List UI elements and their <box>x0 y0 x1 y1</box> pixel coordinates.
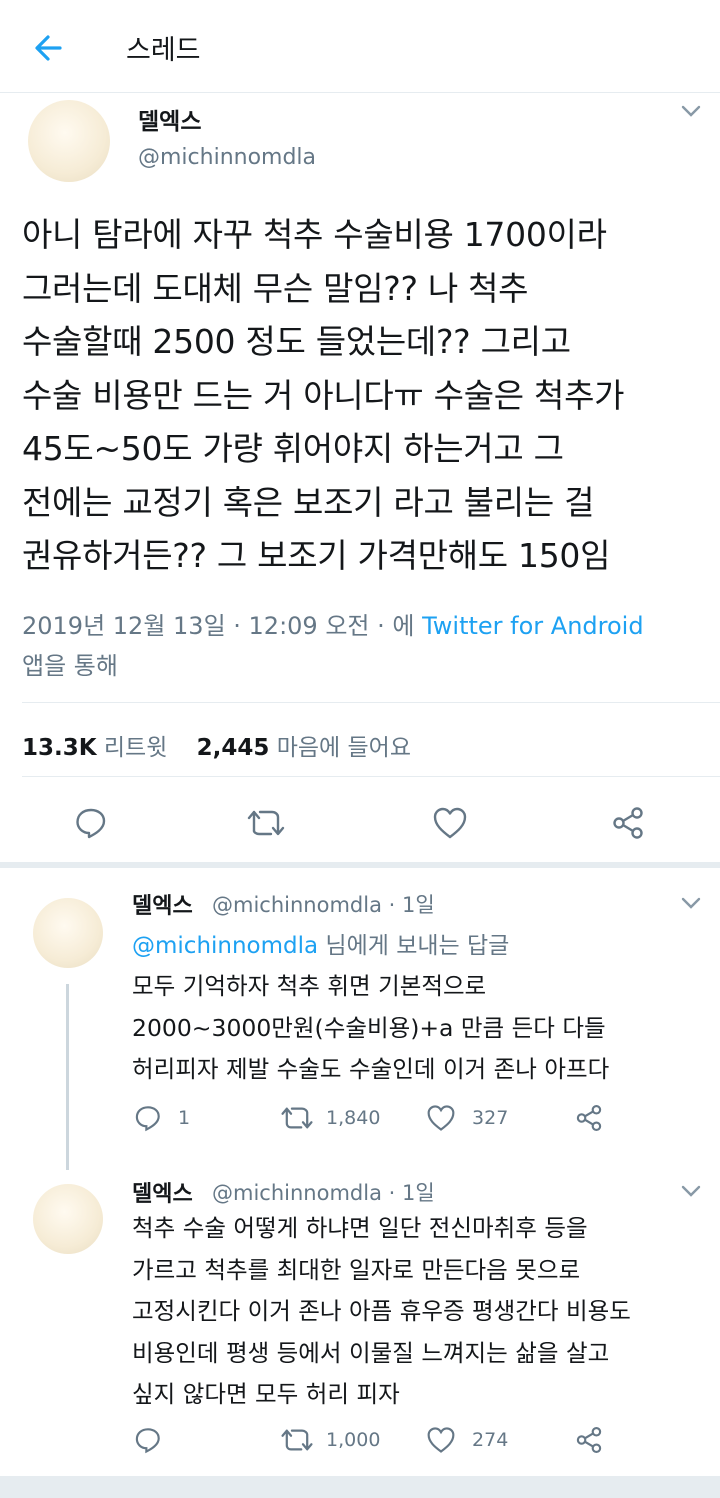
tweet-text-line: 권유하거든?? 그 보조기 가격만해도 150임 <box>22 536 611 575</box>
retweet-count: 1,000 <box>326 1428 381 1451</box>
reply-text-line: 허리피자 제발 수술도 수술인데 이거 존나 아프다 <box>132 1055 610 1083</box>
chevron-down-icon[interactable] <box>680 896 702 910</box>
heart-icon <box>427 1427 455 1453</box>
reply-text-line: 싶지 않다면 모두 허리 피자 <box>132 1380 400 1408</box>
heart-icon <box>433 807 467 839</box>
reply-author-handle[interactable]: @michinnomdla · 1일 <box>212 889 435 919</box>
comment-icon <box>135 1106 160 1132</box>
reply-text-line: 척추 수술 어떻게 하냐면 일단 전신마취후 등을 <box>132 1214 588 1242</box>
reply-text-line: 가르고 척추를 최대한 일자로 만든다음 못으로 <box>132 1255 581 1284</box>
back-arrow-icon[interactable] <box>30 28 70 68</box>
avatar[interactable] <box>33 1184 103 1254</box>
share-button[interactable] <box>610 806 646 840</box>
retweet-icon <box>247 810 285 836</box>
tweet-source-link[interactable]: Twitter for Android <box>422 612 643 640</box>
comment-icon <box>135 1428 160 1454</box>
reply-text: 척추 수술 어떻게 하냐면 일단 전신마취후 등을 가르고 척추를 최대한 일자… <box>132 1208 702 1416</box>
page-title: 스레드 <box>126 35 201 66</box>
heart-icon <box>427 1105 455 1131</box>
tweet-text-line: 수술 비용만 드는 거 아니다ㅠ 수술은 척추가 <box>22 375 625 415</box>
reply-like-button[interactable]: 327 <box>426 1104 508 1132</box>
tweet-text-line: 그러는데 도대체 무슨 말임?? 나 척추 <box>22 268 529 308</box>
reply-share-button[interactable] <box>574 1426 604 1454</box>
reply-button[interactable] <box>74 806 108 840</box>
tweet-text-line: 45도~50도 가량 휘어야지 하는거고 그 <box>22 429 564 468</box>
author-handle[interactable]: @michinnomdla <box>138 145 316 170</box>
tweet-stats: 13.3K 리트윗 2,445 마음에 들어요 <box>22 728 411 762</box>
reply-like-button[interactable]: 274 <box>426 1426 508 1454</box>
retweet-count[interactable]: 13.3K <box>22 735 97 761</box>
reply-reply-button[interactable] <box>134 1426 172 1454</box>
share-icon <box>576 1104 602 1132</box>
reply-to-suffix: 님에게 보내는 답글 <box>318 933 510 959</box>
reply-text-line: 모두 기억하자 척추 휘면 기본적으로 <box>132 972 487 1000</box>
section-separator <box>0 862 720 868</box>
comment-icon <box>76 808 106 839</box>
avatar[interactable] <box>28 100 110 182</box>
like-button[interactable] <box>432 806 468 840</box>
reply-retweet-button[interactable]: 1,840 <box>280 1104 380 1132</box>
divider <box>22 702 720 703</box>
reply-count: 1 <box>178 1106 191 1129</box>
tweet-timestamp[interactable]: 2019년 12월 13일 · 12:09 오전 · 에 <box>22 612 422 640</box>
bottom-edge <box>0 1476 720 1498</box>
reply-author-name[interactable]: 델엑스 <box>132 1176 193 1208</box>
like-count: 327 <box>472 1106 509 1129</box>
retweet-label[interactable]: 리트윗 <box>104 735 167 761</box>
tweet-text-line: 수술할때 2500 정도 들었는데?? 그리고 <box>22 322 571 361</box>
author-name[interactable]: 델엑스 <box>138 102 201 136</box>
like-count[interactable]: 2,445 <box>197 735 270 761</box>
reply-retweet-button[interactable]: 1,000 <box>280 1426 380 1454</box>
reply-to-handle-link[interactable]: @michinnomdla <box>132 933 318 959</box>
tweet-text-line: 아니 탐라에 자꾸 척추 수술비용 1700이라 <box>22 215 607 254</box>
retweet-icon <box>281 1107 313 1129</box>
reply-share-button[interactable] <box>574 1104 604 1132</box>
retweet-icon <box>281 1429 313 1451</box>
tweet-source-suffix: 앱을 통해 <box>22 652 118 680</box>
reply-reply-button[interactable]: 1 <box>134 1104 190 1132</box>
tweet-text-line: 전에는 교정기 혹은 보조기 라고 불리는 걸 <box>22 482 595 522</box>
like-count: 274 <box>472 1428 509 1451</box>
reply-author-name[interactable]: 델엑스 <box>132 888 193 920</box>
reply-text-line: 비용인데 평생 등에서 이물질 느껴지는 삶을 살고 <box>132 1338 610 1367</box>
reply-text: 모두 기억하자 척추 휘면 기본적으로 2000~3000만원(수술비용)+a … <box>132 966 702 1091</box>
chevron-down-icon[interactable] <box>680 104 702 118</box>
tweet-meta: 2019년 12월 13일 · 12:09 오전 · 에 Twitter for… <box>22 606 702 686</box>
share-icon <box>613 807 643 839</box>
reply-text-line: 고정시킨다 이거 존나 아픔 휴우증 평생간다 비용도 <box>132 1297 631 1325</box>
share-icon <box>576 1426 602 1454</box>
thread-line <box>66 984 69 1170</box>
like-label[interactable]: 마음에 들어요 <box>277 735 411 761</box>
chevron-down-icon[interactable] <box>680 1184 702 1198</box>
divider <box>22 776 720 777</box>
reply-text-line: 2000~3000만원(수술비용)+a 만큼 든다 다들 <box>132 1013 606 1042</box>
retweet-button[interactable] <box>246 807 286 839</box>
tweet-text: 아니 탐라에 자꾸 척추 수술비용 1700이라 그러는데 도대체 무슨 말임?… <box>22 208 712 583</box>
replying-to: @michinnomdla 님에게 보내는 답글 <box>132 926 509 960</box>
retweet-count: 1,840 <box>326 1106 381 1129</box>
top-bar: 스레드 <box>0 0 720 93</box>
reply-author-handle[interactable]: @michinnomdla · 1일 <box>212 1177 435 1207</box>
avatar[interactable] <box>33 898 103 968</box>
